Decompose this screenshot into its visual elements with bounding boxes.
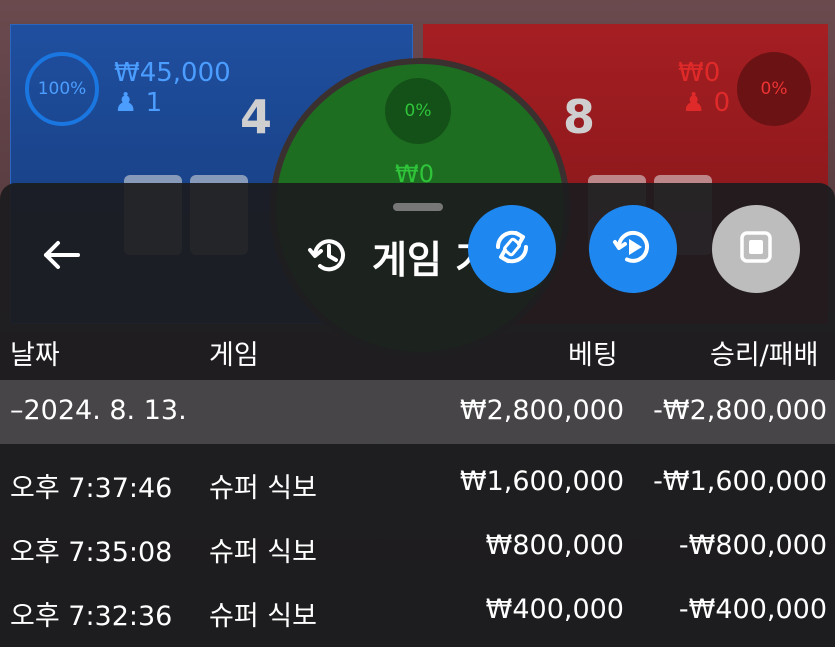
stop-icon [734,225,778,273]
row-game: 슈퍼 식보 [209,601,317,632]
replay-icon [609,223,657,275]
auto-rotate-button[interactable] [468,205,556,293]
row-time: 오후 7:35:08 [10,537,173,568]
tie-percent: 0% [385,78,451,144]
banker-amount: ₩0 [678,58,721,88]
date-group-winloss: -₩2,800,000 [653,395,827,426]
player-bettors-count: 1 [145,88,163,118]
row-winloss: -₩800,000 [678,530,827,561]
row-time: 오후 7:37:46 [10,473,173,504]
banker-percent-ring: 0% [737,52,811,126]
banker-bettors: ♟ 0 [682,88,730,118]
player-bettors: ♟ 1 [114,88,162,118]
arrow-left-icon[interactable] [40,235,84,275]
person-icon: ♟ [114,88,138,118]
replay-button[interactable] [589,205,677,293]
date-group-date: –2024. 8. 13. [10,395,187,426]
game-history-sheet: 게임 기록 날짜 게임 베팅 승리/패배 –2024. 8. 13. ₩2,80… [0,183,835,647]
player-score: 4 [240,90,273,144]
column-header-date: 날짜 [10,340,60,371]
auto-rotate-icon [488,223,536,275]
column-header-bet: 베팅 [568,340,618,371]
player-amount: ₩45,000 [114,58,231,88]
row-bet: ₩400,000 [485,594,624,625]
column-header-winloss: 승리/패배 [710,340,819,371]
row-winloss: -₩400,000 [678,594,827,625]
banker-bettors-count: 0 [713,88,731,118]
banker-score: 8 [563,90,596,144]
date-group-bet: ₩2,800,000 [459,395,624,426]
row-time: 오후 7:32:36 [10,601,173,632]
player-percent-ring: 100% [25,52,99,126]
row-game: 슈퍼 식보 [209,537,317,568]
row-bet: ₩1,600,000 [459,466,624,497]
player-percent: 100% [37,79,87,99]
row-game: 슈퍼 식보 [209,473,317,504]
row-bet: ₩800,000 [485,530,624,561]
column-header-game: 게임 [209,340,259,371]
stop-button[interactable] [712,205,800,293]
row-winloss: -₩1,600,000 [653,466,827,497]
sheet-grabber[interactable] [393,203,443,211]
person-icon: ♟ [682,88,706,118]
history-icon [306,233,350,277]
banker-percent: 0% [760,79,788,99]
